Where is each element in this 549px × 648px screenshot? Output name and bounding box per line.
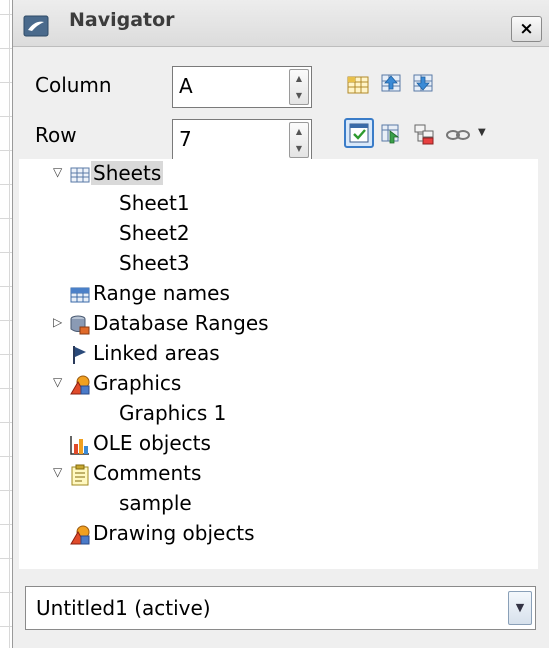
tree-item-label: Range names [93, 281, 230, 305]
column-spin-buttons[interactable]: ▲ ▼ [289, 69, 309, 105]
tree-item-label: Comments [93, 461, 202, 485]
tree-item-label: OLE objects [93, 431, 211, 455]
drag-mode-icon[interactable] [444, 124, 474, 146]
tree-item-label: sample [119, 491, 192, 515]
contents-toggle-icon [349, 123, 369, 143]
contents-toggle-button[interactable] [344, 118, 374, 148]
sheets-icon [70, 167, 90, 183]
navigator-titlebar[interactable]: Navigator × [13, 0, 549, 47]
tree-item-label: Sheet1 [119, 191, 190, 215]
row-value: 7 [179, 127, 192, 151]
flag-icon [73, 346, 86, 364]
column-down-arrow-icon[interactable]: ▼ [290, 87, 308, 104]
tree-item-label: Graphics [93, 371, 182, 395]
window-icon [23, 15, 49, 37]
column-value: A [179, 74, 193, 98]
collapse-triangle-icon[interactable]: ▽ [53, 375, 62, 389]
tree-item-label: Sheet3 [119, 251, 190, 275]
document-select[interactable]: Untitled1 (active) ▼ [25, 586, 536, 630]
scenarios-icon[interactable] [413, 123, 437, 145]
row-spinbox[interactable]: 7 ▲ ▼ [172, 119, 312, 161]
document-select-value: Untitled1 (active) [36, 596, 211, 620]
row-up-arrow-icon[interactable]: ▲ [290, 123, 308, 140]
range-names-icon [70, 287, 90, 303]
ole-objects-icon [70, 436, 89, 455]
collapse-triangle-icon[interactable]: ▽ [53, 165, 62, 179]
tree-item-label: Graphics 1 [119, 401, 227, 425]
row-spin-buttons[interactable]: ▲ ▼ [289, 122, 309, 158]
tree-item-label: Sheets [91, 161, 164, 185]
data-range-icon[interactable] [346, 74, 370, 96]
start-icon[interactable] [379, 72, 403, 94]
end-icon[interactable] [411, 72, 435, 94]
drawing-objects-icon [70, 525, 90, 545]
graphics-icon [70, 375, 90, 395]
database-icon [70, 315, 90, 335]
column-spinbox[interactable]: A ▲ ▼ [172, 66, 312, 108]
row-down-arrow-icon[interactable]: ▼ [290, 140, 308, 157]
drag-mode-dropdown-icon[interactable]: ▼ [478, 127, 486, 138]
expand-triangle-icon[interactable]: ▷ [53, 315, 62, 329]
comments-icon [71, 464, 89, 486]
collapse-triangle-icon[interactable]: ▽ [53, 465, 62, 479]
tree-item-label: Drawing objects [93, 521, 255, 545]
window-title: Navigator [69, 9, 175, 31]
tree-item-label: Linked areas [93, 341, 220, 365]
column-label: Column [35, 73, 112, 97]
row-label: Row [35, 123, 77, 147]
navigator-panel: Navigator × Column A ▲ ▼ Row 7 ▲ ▼ ▼ ▽ S… [12, 0, 549, 648]
toggle-icon[interactable] [380, 123, 404, 145]
chevron-down-icon[interactable]: ▼ [508, 591, 532, 625]
tree-item-label: Database Ranges [93, 311, 269, 335]
close-button[interactable]: × [511, 16, 542, 42]
tree-item-label: Sheet2 [119, 221, 190, 245]
column-up-arrow-icon[interactable]: ▲ [290, 70, 308, 87]
navigator-tree: ▽ Sheets Sheet1 Sheet2 Sheet3 Range name… [19, 159, 538, 569]
